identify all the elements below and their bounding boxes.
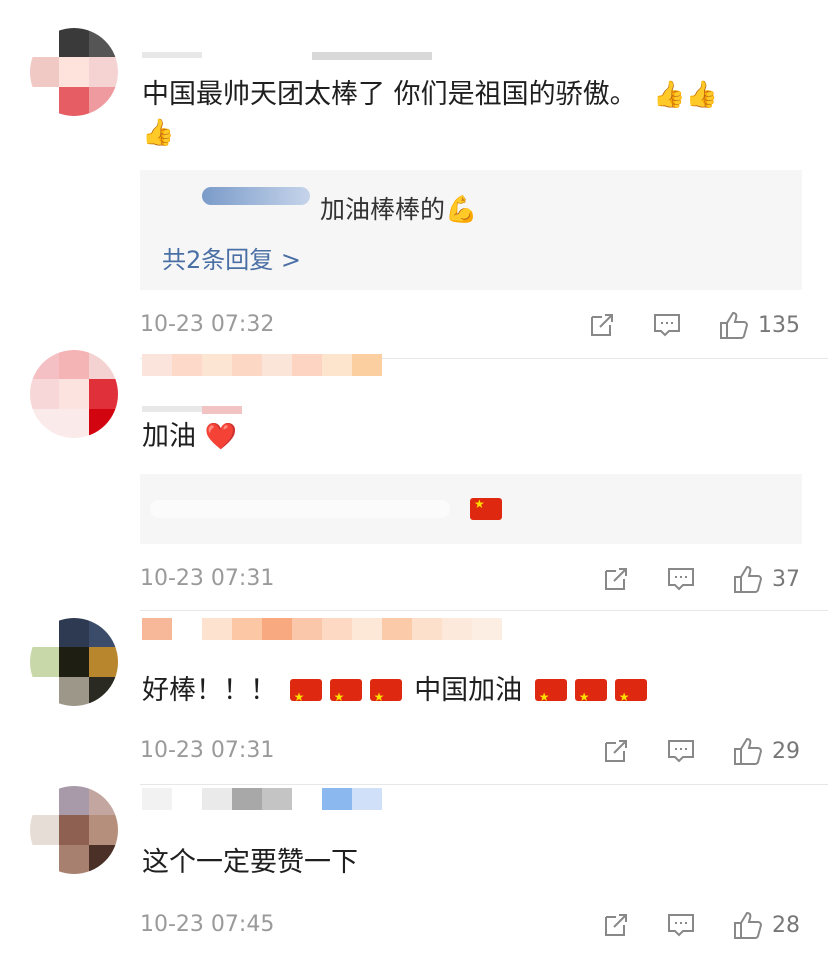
avatar[interactable] bbox=[30, 28, 118, 116]
thumbs-up-icon bbox=[720, 311, 749, 339]
avatar[interactable] bbox=[30, 350, 118, 438]
comment-4: 这个一定要赞一下 10-23 07:45 28 bbox=[0, 784, 828, 956]
china-flag-emoji bbox=[329, 678, 362, 716]
username-blurred[interactable] bbox=[142, 788, 382, 810]
share-icon bbox=[591, 314, 613, 336]
avatar[interactable] bbox=[30, 618, 118, 706]
reply-username-blurred[interactable] bbox=[202, 187, 310, 205]
share-icon bbox=[605, 914, 627, 936]
comment-button[interactable] bbox=[652, 311, 682, 339]
action-bar: 29 bbox=[566, 736, 800, 766]
comment-text: 中国最帅天团太棒了 你们是祖国的骄傲。 👍👍 bbox=[142, 79, 718, 110]
share-icon bbox=[605, 568, 627, 590]
like-count: 29 bbox=[772, 738, 800, 764]
like-count: 135 bbox=[758, 312, 800, 338]
comment-text: 这个一定要赞一下 bbox=[142, 847, 358, 878]
comment-icon bbox=[654, 314, 680, 337]
like-button[interactable]: 29 bbox=[732, 736, 800, 766]
reply-username-blurred[interactable] bbox=[150, 500, 450, 518]
comment-icon bbox=[668, 914, 694, 937]
reply-text: 加油棒棒的💪 bbox=[320, 195, 478, 225]
thumbs-up-emoji: 👍👍 bbox=[653, 80, 718, 110]
thumbs-up-icon bbox=[734, 565, 763, 593]
reply-box[interactable]: 加油棒棒的💪 共2条回复 > bbox=[140, 170, 802, 290]
share-button[interactable] bbox=[588, 311, 616, 339]
username-blurred[interactable] bbox=[142, 618, 502, 640]
comment-button[interactable] bbox=[666, 737, 696, 765]
timestamp: 10-23 07:31 bbox=[140, 738, 275, 763]
china-flag-emoji bbox=[470, 497, 502, 520]
reply-box[interactable] bbox=[140, 474, 802, 544]
timestamp: 10-23 07:31 bbox=[140, 566, 275, 591]
action-bar: 37 bbox=[566, 564, 800, 594]
comment-button[interactable] bbox=[666, 565, 696, 593]
action-bar: 135 bbox=[552, 310, 800, 340]
china-flag-emoji bbox=[369, 678, 402, 716]
like-count: 28 bbox=[772, 912, 800, 938]
thumbs-up-icon bbox=[734, 911, 763, 939]
share-button[interactable] bbox=[602, 565, 630, 593]
comment-button[interactable] bbox=[666, 911, 696, 939]
timestamp: 10-23 07:32 bbox=[140, 312, 275, 337]
china-flag-emoji bbox=[534, 678, 567, 716]
china-flag-emoji bbox=[614, 678, 647, 716]
comment-icon bbox=[668, 740, 694, 763]
thumbs-up-emoji: 👍 bbox=[142, 118, 175, 148]
comment-1: 中国最帅天团太棒了 你们是祖国的骄傲。 👍👍 👍 加油棒棒的💪 共2条回复 > … bbox=[0, 0, 828, 350]
comment-text-wrap: 👍 bbox=[142, 114, 174, 152]
action-bar: 28 bbox=[566, 910, 800, 940]
username-blurred[interactable] bbox=[142, 354, 382, 376]
thumbs-up-icon bbox=[734, 737, 763, 765]
comment-text: 好棒！！！ 中国加油 bbox=[142, 672, 651, 716]
share-icon bbox=[605, 740, 627, 762]
comment-text: 加油 ❤️ bbox=[142, 421, 237, 452]
share-button[interactable] bbox=[602, 737, 630, 765]
comment-2: 加油 ❤️ 10-23 07:31 37 bbox=[0, 350, 828, 610]
avatar[interactable] bbox=[30, 786, 118, 874]
comment-3: 好棒！！！ 中国加油 10-23 07:31 29 bbox=[0, 610, 828, 785]
china-flag-emoji bbox=[574, 678, 607, 716]
red-heart-emoji: ❤️ bbox=[204, 422, 237, 452]
like-count: 37 bbox=[772, 566, 800, 592]
timestamp: 10-23 07:45 bbox=[140, 912, 275, 937]
comment-icon bbox=[668, 568, 694, 591]
view-replies-link[interactable]: 共2条回复 > bbox=[162, 240, 301, 275]
china-flag-emoji bbox=[289, 678, 322, 716]
like-button[interactable]: 135 bbox=[718, 310, 800, 340]
share-button[interactable] bbox=[602, 911, 630, 939]
like-button[interactable]: 37 bbox=[732, 564, 800, 594]
username-blurred[interactable] bbox=[142, 52, 432, 74]
like-button[interactable]: 28 bbox=[732, 910, 800, 940]
flexed-biceps-emoji: 💪 bbox=[445, 195, 478, 225]
